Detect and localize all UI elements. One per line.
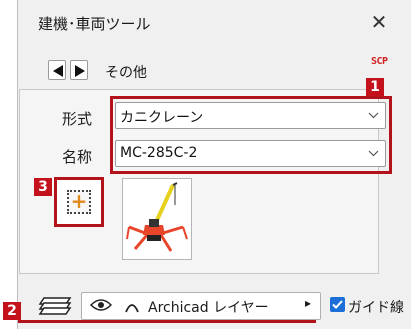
guide-line-label: ガイド線 bbox=[348, 300, 404, 316]
layer-name: Archicad レイヤー bbox=[148, 300, 269, 316]
name-label: 名称 bbox=[62, 148, 93, 166]
crane-icon bbox=[126, 182, 188, 252]
checkmark-icon bbox=[332, 300, 343, 309]
crane-preview bbox=[122, 178, 192, 260]
triangle-left-icon bbox=[53, 65, 63, 77]
annotation-underline-2 bbox=[18, 320, 316, 323]
annotation-marker-2: 2 bbox=[3, 302, 21, 320]
window-title: 建機･車両ツール bbox=[38, 15, 151, 33]
add-object-button[interactable]: + bbox=[54, 177, 104, 227]
layers-icon[interactable] bbox=[38, 296, 72, 316]
plus-icon: + bbox=[70, 189, 88, 213]
annotation-marker-3: 3 bbox=[34, 178, 52, 196]
prev-button[interactable] bbox=[48, 60, 66, 80]
layer-arrow-icon[interactable]: ▸ bbox=[305, 296, 311, 310]
title-bar: 建機･車両ツール ✕ bbox=[18, 0, 411, 44]
scp-badge: SCP bbox=[371, 56, 388, 67]
eye-icon[interactable] bbox=[90, 298, 112, 312]
arc-icon bbox=[125, 304, 139, 313]
guide-line-checkbox[interactable] bbox=[330, 297, 345, 312]
close-button[interactable]: ✕ bbox=[366, 9, 392, 35]
annotation-box-1 bbox=[110, 96, 392, 174]
annotation-marker-1: 1 bbox=[366, 78, 384, 96]
category-label: その他 bbox=[105, 65, 147, 81]
type-label: 形式 bbox=[62, 110, 93, 128]
triangle-right-icon bbox=[75, 65, 85, 77]
add-frame-icon: + bbox=[67, 189, 91, 214]
next-button[interactable] bbox=[70, 60, 88, 80]
